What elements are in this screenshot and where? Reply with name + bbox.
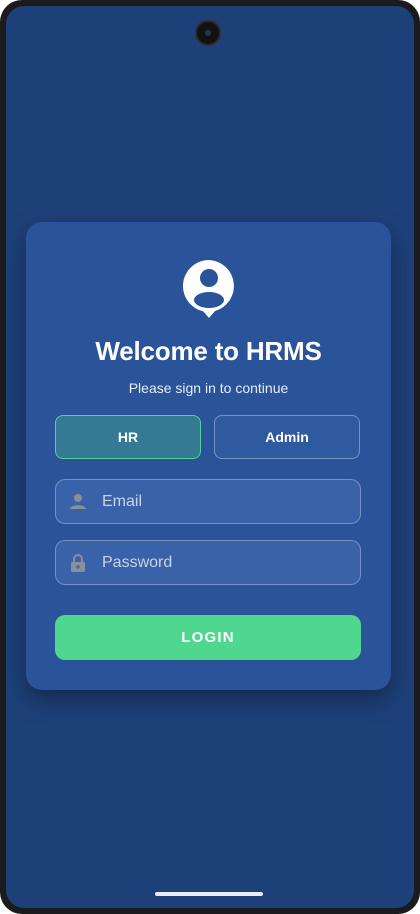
email-placeholder: Email: [102, 493, 143, 510]
role-admin-button[interactable]: Admin: [214, 415, 360, 459]
app-screen: Welcome to HRMS Please sign in to contin…: [6, 6, 414, 908]
lock-icon: [71, 554, 85, 572]
password-field[interactable]: Password: [55, 540, 361, 585]
front-camera: [195, 20, 221, 46]
page-subtitle: Please sign in to continue: [128, 380, 289, 396]
user-avatar-icon: [183, 260, 234, 318]
phone-frame: Welcome to HRMS Please sign in to contin…: [0, 0, 420, 914]
login-button[interactable]: LOGIN: [55, 615, 361, 660]
person-icon: [70, 494, 86, 509]
password-placeholder: Password: [102, 554, 173, 571]
login-card: Welcome to HRMS Please sign in to contin…: [26, 222, 391, 690]
home-indicator[interactable]: [155, 892, 263, 896]
role-hr-button[interactable]: HR: [55, 415, 201, 459]
email-field[interactable]: Email: [55, 479, 361, 524]
page-title: Welcome to HRMS: [95, 336, 322, 366]
